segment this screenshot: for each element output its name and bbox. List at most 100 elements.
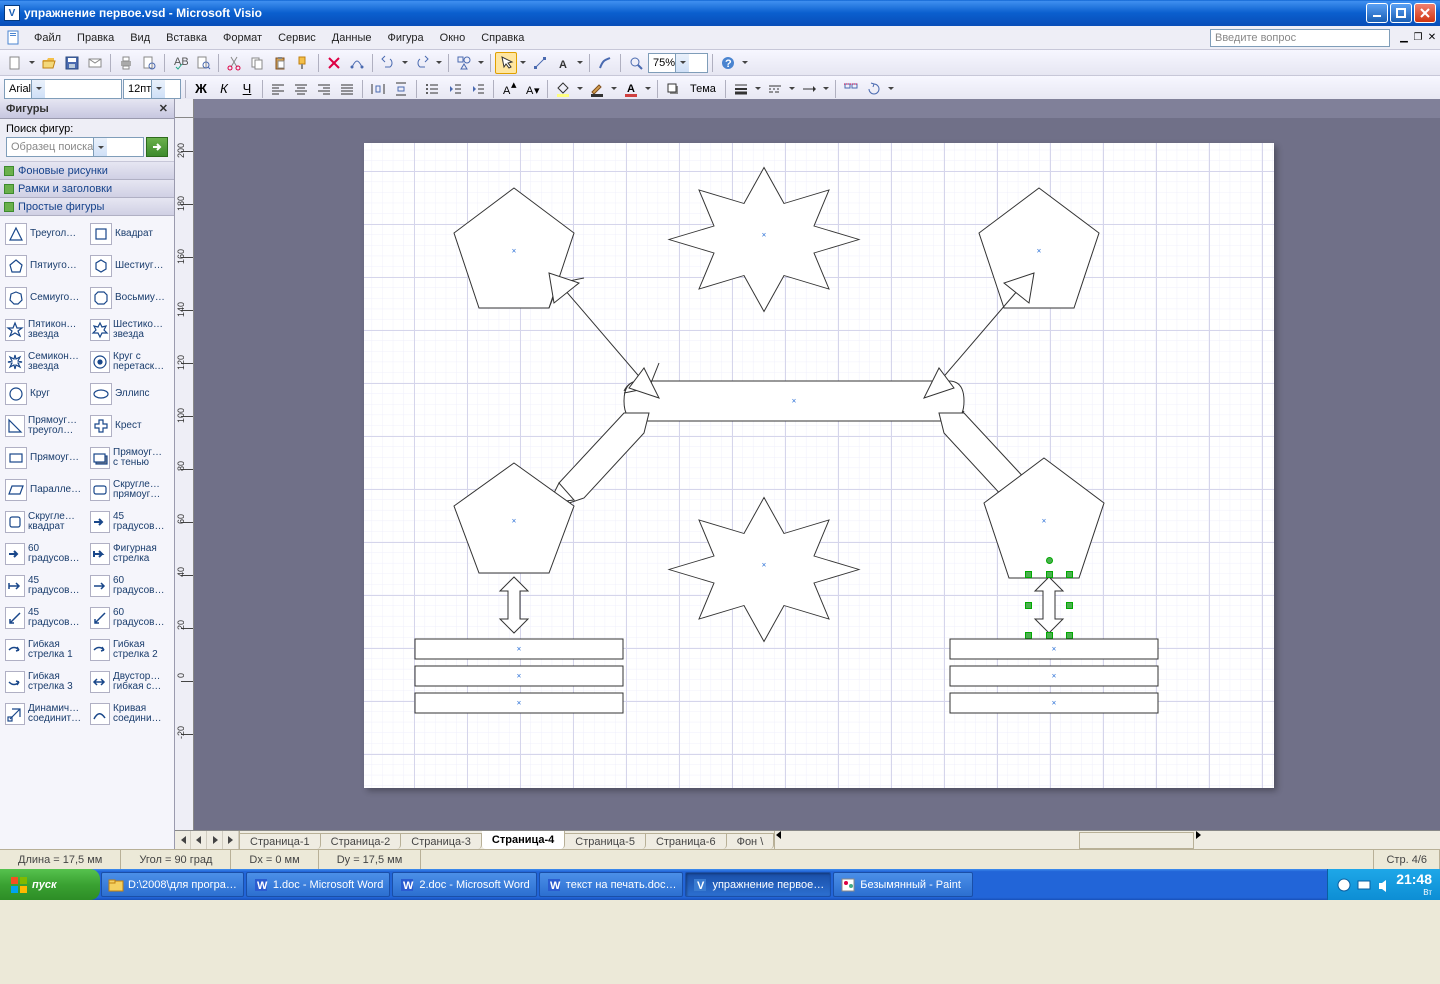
- spelling-button[interactable]: ABC: [169, 52, 191, 74]
- line-color-dropdown[interactable]: [609, 84, 619, 93]
- shape-master[interactable]: Эллипс: [87, 378, 172, 410]
- shape-master[interactable]: Динамич… соединит…: [2, 698, 87, 730]
- justify-button[interactable]: [336, 78, 358, 100]
- taskbar-item[interactable]: D:\2008\для програ…: [101, 872, 244, 897]
- ink-button[interactable]: [594, 52, 616, 74]
- redo-dropdown[interactable]: [434, 58, 444, 67]
- toolbar-options[interactable]: [740, 58, 750, 67]
- menu-Правка[interactable]: Правка: [69, 30, 122, 46]
- shape-master[interactable]: 60 градусов…: [2, 538, 87, 570]
- menu-Формат[interactable]: Формат: [215, 30, 270, 46]
- menu-Вид[interactable]: Вид: [122, 30, 158, 46]
- page-tab[interactable]: Страница-1: [240, 833, 321, 849]
- arrow-shape[interactable]: [534, 258, 664, 401]
- shape-master[interactable]: Восьмиу…: [87, 282, 172, 314]
- increase-font-button[interactable]: A▴: [498, 78, 520, 100]
- last-page-button[interactable]: [223, 831, 239, 849]
- double-arrow-shape-selected[interactable]: [1029, 575, 1069, 638]
- new-dropdown[interactable]: [27, 58, 37, 67]
- shape-master[interactable]: Гибкая стрелка 1: [2, 634, 87, 666]
- vertical-ruler[interactable]: 220200180160140120100806040200-20: [175, 118, 194, 830]
- bullets-button[interactable]: [421, 78, 443, 100]
- page-tab[interactable]: Страница-5: [565, 833, 646, 849]
- align-center-button[interactable]: [290, 78, 312, 100]
- shape-master[interactable]: Прямоуг… треугол…: [2, 410, 87, 442]
- shapes-button[interactable]: [453, 52, 475, 74]
- delete-button[interactable]: [323, 52, 345, 74]
- star-shape[interactable]: ×: [664, 493, 864, 646]
- cut-button[interactable]: [223, 52, 245, 74]
- shape-master[interactable]: Гибкая стрелка 2: [87, 634, 172, 666]
- prev-page-button[interactable]: [191, 831, 207, 849]
- line-weight-dropdown[interactable]: [753, 84, 763, 93]
- shape-master[interactable]: Прямоуг… с тенью: [87, 442, 172, 474]
- underline-button[interactable]: Ч: [236, 78, 258, 100]
- menu-Справка[interactable]: Справка: [473, 30, 532, 46]
- shape-master[interactable]: 45 градусов…: [2, 602, 87, 634]
- close-button[interactable]: [1414, 3, 1436, 23]
- shape-master[interactable]: Фигурная стрелка: [87, 538, 172, 570]
- format-painter-button[interactable]: [292, 52, 314, 74]
- shape-master[interactable]: Скругле… прямоуг…: [87, 474, 172, 506]
- page-tab[interactable]: Фон \: [727, 833, 775, 849]
- rectangle-shape[interactable]: ×: [414, 665, 624, 690]
- shape-master[interactable]: Семикон… звезда: [2, 346, 87, 378]
- shapes-pane-close-icon[interactable]: ✕: [159, 102, 168, 115]
- search-go-button[interactable]: [146, 137, 168, 157]
- shape-master[interactable]: Скругле… квадрат: [2, 506, 87, 538]
- shape-master[interactable]: Гибкая стрелка 3: [2, 666, 87, 698]
- shape-master[interactable]: Крест: [87, 410, 172, 442]
- start-button[interactable]: пуск: [0, 869, 100, 900]
- menu-Файл[interactable]: Файл: [26, 30, 69, 46]
- align-right-button[interactable]: [313, 78, 335, 100]
- save-button[interactable]: [61, 52, 83, 74]
- distribute-h-button[interactable]: [367, 78, 389, 100]
- fill-color-button[interactable]: [552, 78, 574, 100]
- align-left-button[interactable]: [267, 78, 289, 100]
- arrow-shape[interactable]: [919, 258, 1049, 401]
- text-dropdown[interactable]: [575, 58, 585, 67]
- distribute-v-button[interactable]: [390, 78, 412, 100]
- star-shape[interactable]: ×: [664, 163, 864, 316]
- bold-button[interactable]: Ж: [190, 78, 212, 100]
- italic-button[interactable]: К: [213, 78, 235, 100]
- font-color-dropdown[interactable]: [643, 84, 653, 93]
- taskbar-item[interactable]: Wтекст на печать.doc…: [539, 872, 684, 897]
- email-button[interactable]: [84, 52, 106, 74]
- shape-master[interactable]: Кривая соедини…: [87, 698, 172, 730]
- ask-question-box[interactable]: Введите вопрос: [1210, 29, 1390, 47]
- increase-indent-button[interactable]: [467, 78, 489, 100]
- copy-button[interactable]: [246, 52, 268, 74]
- clock[interactable]: 21:48Вт: [1396, 872, 1432, 898]
- system-tray[interactable]: 21:48Вт: [1327, 869, 1440, 900]
- horizontal-scrollbar[interactable]: [1079, 832, 1194, 849]
- menu-Сервис[interactable]: Сервис: [270, 30, 324, 46]
- decrease-font-button[interactable]: A▾: [521, 78, 543, 100]
- rectangle-shape[interactable]: ×: [949, 638, 1159, 663]
- canvas-scroll[interactable]: × × × ×: [194, 118, 1440, 830]
- pentagon-shape[interactable]: ×: [449, 458, 579, 581]
- drawing-page[interactable]: × × × ×: [364, 143, 1274, 788]
- rectangle-shape[interactable]: ×: [949, 665, 1159, 690]
- text-tool-button[interactable]: A: [552, 52, 574, 74]
- connector-tool-button[interactable]: [529, 52, 551, 74]
- shape-master[interactable]: 60 градусов…: [87, 602, 172, 634]
- taskbar-item[interactable]: W2.doc - Microsoft Word: [392, 872, 536, 897]
- page-tab[interactable]: Страница-2: [321, 833, 402, 849]
- print-button[interactable]: [115, 52, 137, 74]
- font-name-combo[interactable]: Arial: [4, 79, 122, 99]
- print-preview-button[interactable]: [138, 52, 160, 74]
- maximize-button[interactable]: [1390, 3, 1412, 23]
- tabs-scroll-right[interactable]: [1194, 831, 1440, 849]
- double-arrow-shape[interactable]: [494, 575, 534, 638]
- shape-master[interactable]: 45 градусов…: [87, 506, 172, 538]
- pointer-dropdown[interactable]: [518, 58, 528, 67]
- shape-master[interactable]: Семиуго…: [2, 282, 87, 314]
- shape-master[interactable]: Пятиуго…: [2, 250, 87, 282]
- research-button[interactable]: [192, 52, 214, 74]
- rectangle-shape[interactable]: ×: [949, 692, 1159, 717]
- line-ends-button[interactable]: [798, 78, 820, 100]
- shadow-button[interactable]: [662, 78, 684, 100]
- menu-Фигура[interactable]: Фигура: [380, 30, 432, 46]
- page-tab[interactable]: Страница-6: [646, 833, 727, 849]
